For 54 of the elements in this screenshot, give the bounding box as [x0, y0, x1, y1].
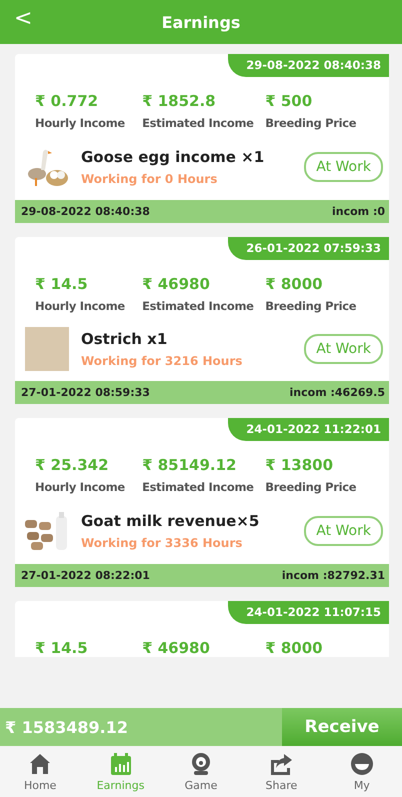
back-button[interactable]: < [10, 6, 36, 31]
image-placeholder [25, 327, 69, 371]
working-status: Working for 3216 Hours [81, 354, 244, 368]
stat-value: ₹ 13800 [265, 456, 334, 474]
stat-label: Estimated Income [142, 299, 255, 313]
stat-value: ₹ 25.342 [35, 456, 110, 474]
footer-date: 27-01-2022 08:59:33 [21, 386, 150, 399]
stat-value: ₹ 14.5 [35, 275, 89, 293]
stat-value: ₹ 0.772 [35, 92, 100, 110]
tab[interactable]: My [322, 746, 402, 797]
page-title: Earnings [162, 12, 240, 32]
footer-date: 29-08-2022 08:40:38 [21, 205, 150, 218]
stat-label: Breeding Price [265, 116, 358, 130]
stat-label: Breeding Price [265, 480, 358, 494]
item-name: Goat milk revenue×5 [81, 512, 260, 530]
stat-value: ₹ 500 [265, 92, 314, 110]
stat-value: ₹ 8000 [265, 275, 324, 293]
stat-label: Estimated Income [142, 116, 255, 130]
stat-value: ₹ 14.5 [35, 639, 89, 657]
stat-value: ₹ 46980 [142, 275, 211, 293]
chart-icon [108, 752, 133, 776]
tab[interactable]: Share [241, 746, 322, 797]
tab[interactable]: Game [160, 746, 242, 797]
footer-income: incom :46269.5 [290, 386, 385, 399]
stat-label: Hourly Income [35, 116, 126, 130]
stat-label: Estimated Income [142, 480, 255, 494]
stat-value: ₹ 46980 [142, 639, 211, 657]
stat-label: Hourly Income [35, 299, 126, 313]
total-amount: ₹ 1583489.12 [5, 718, 128, 736]
stat-label: Hourly Income [35, 480, 126, 494]
date-tag: 24-01-2022 11:22:01 [228, 418, 389, 441]
home-icon [28, 752, 52, 776]
item-name: Ostrich x1 [81, 330, 168, 348]
date-tag: 26-01-2022 07:59:33 [228, 237, 389, 260]
stat-label: Breeding Price [265, 299, 358, 313]
working-status: Working for 3336 Hours [81, 536, 244, 550]
working-status: Working for 0 Hours [81, 172, 218, 186]
avatar-icon [350, 752, 374, 776]
tab[interactable]: Earnings [80, 746, 161, 797]
stat-value: ₹ 1852.8 [142, 92, 217, 110]
date-tag: 29-08-2022 08:40:38 [228, 54, 389, 77]
footer-income: incom :0 [332, 205, 385, 218]
receive-button[interactable]: Receive [282, 708, 402, 746]
tab[interactable]: Home [0, 746, 80, 797]
stat-value: ₹ 85149.12 [142, 456, 238, 474]
share-icon [269, 752, 294, 776]
at-work-button[interactable]: At Work [304, 516, 383, 546]
stat-value: ₹ 8000 [265, 639, 324, 657]
footer-date: 27-01-2022 08:22:01 [21, 569, 150, 582]
footer-income: incom :82792.31 [282, 569, 385, 582]
at-work-button[interactable]: At Work [304, 334, 383, 364]
date-tag: 24-01-2022 11:07:15 [228, 601, 389, 624]
at-work-button[interactable]: At Work [304, 152, 383, 182]
item-name: Goose egg income ×1 [81, 148, 266, 166]
